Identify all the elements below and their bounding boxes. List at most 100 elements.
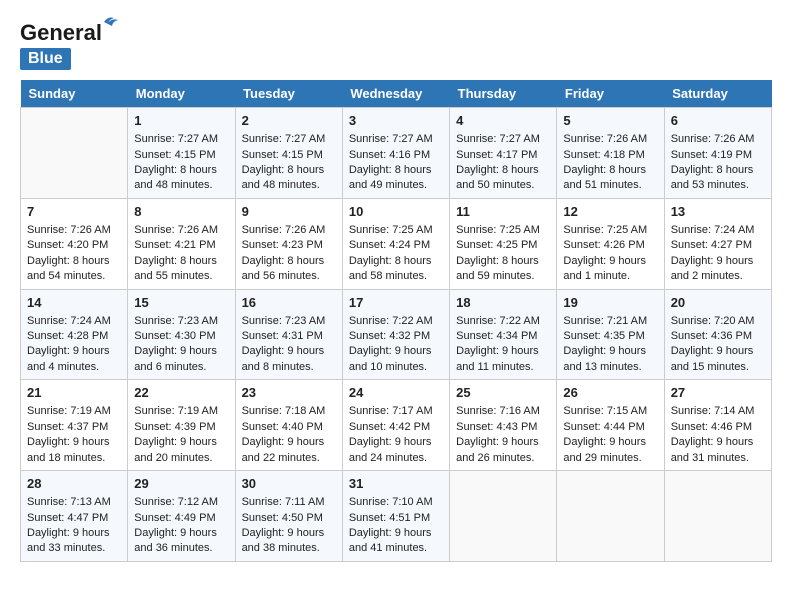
calendar-cell: 19Sunrise: 7:21 AMSunset: 4:35 PMDayligh… <box>557 289 664 380</box>
calendar-cell: 30Sunrise: 7:11 AMSunset: 4:50 PMDayligh… <box>235 471 342 562</box>
day-info: Sunrise: 7:19 AM <box>27 404 121 419</box>
day-info: Sunrise: 7:12 AM <box>134 495 228 510</box>
day-info: Sunset: 4:21 PM <box>134 238 228 253</box>
day-info: Daylight: 9 hours <box>27 435 121 450</box>
day-info: Sunrise: 7:26 AM <box>242 223 336 238</box>
day-info: and 4 minutes. <box>27 360 121 375</box>
day-info: Sunrise: 7:24 AM <box>671 223 765 238</box>
calendar-cell <box>450 471 557 562</box>
day-info: and 18 minutes. <box>27 451 121 466</box>
weekday-header-wednesday: Wednesday <box>342 80 449 108</box>
weekday-header-friday: Friday <box>557 80 664 108</box>
day-info: Sunrise: 7:25 AM <box>563 223 657 238</box>
day-number: 20 <box>671 294 765 312</box>
day-info: Sunset: 4:30 PM <box>134 329 228 344</box>
weekday-header-tuesday: Tuesday <box>235 80 342 108</box>
day-info: Sunset: 4:15 PM <box>134 148 228 163</box>
day-info: Sunset: 4:42 PM <box>349 420 443 435</box>
day-number: 4 <box>456 112 550 130</box>
day-info: Sunset: 4:15 PM <box>242 148 336 163</box>
logo-wordmark: General <box>20 20 102 46</box>
logo-blue-bar: Blue <box>20 48 71 70</box>
day-number: 30 <box>242 475 336 493</box>
day-info: Daylight: 8 hours <box>563 163 657 178</box>
calendar-cell: 15Sunrise: 7:23 AMSunset: 4:30 PMDayligh… <box>128 289 235 380</box>
day-info: Daylight: 9 hours <box>349 526 443 541</box>
day-number: 12 <box>563 203 657 221</box>
day-info: Daylight: 9 hours <box>242 435 336 450</box>
day-info: Sunrise: 7:18 AM <box>242 404 336 419</box>
calendar-cell: 21Sunrise: 7:19 AMSunset: 4:37 PMDayligh… <box>21 380 128 471</box>
day-number: 10 <box>349 203 443 221</box>
day-info: Sunrise: 7:26 AM <box>134 223 228 238</box>
day-info: Sunset: 4:37 PM <box>27 420 121 435</box>
day-number: 27 <box>671 384 765 402</box>
calendar-week-2: 7Sunrise: 7:26 AMSunset: 4:20 PMDaylight… <box>21 198 772 289</box>
day-info: Sunset: 4:34 PM <box>456 329 550 344</box>
day-info: Daylight: 9 hours <box>671 435 765 450</box>
day-number: 18 <box>456 294 550 312</box>
day-info: and 58 minutes. <box>349 269 443 284</box>
calendar-cell: 10Sunrise: 7:25 AMSunset: 4:24 PMDayligh… <box>342 198 449 289</box>
day-number: 17 <box>349 294 443 312</box>
calendar-table: SundayMondayTuesdayWednesdayThursdayFrid… <box>20 80 772 562</box>
day-number: 23 <box>242 384 336 402</box>
day-info: and 13 minutes. <box>563 360 657 375</box>
calendar-cell: 12 Sunrise: 7:25 AMSunset: 4:26 PMDayligh… <box>557 198 664 289</box>
day-info: Sunset: 4:20 PM <box>27 238 121 253</box>
day-info: Sunrise: 7:27 AM <box>134 132 228 147</box>
day-info: Daylight: 8 hours <box>349 163 443 178</box>
day-info: Daylight: 8 hours <box>242 254 336 269</box>
calendar-week-3: 14Sunrise: 7:24 AMSunset: 4:28 PMDayligh… <box>21 289 772 380</box>
day-info: Sunset: 4:40 PM <box>242 420 336 435</box>
day-info: Sunrise: 7:16 AM <box>456 404 550 419</box>
day-info: Daylight: 9 hours <box>134 344 228 359</box>
day-info: Daylight: 9 hours <box>671 344 765 359</box>
day-info: Sunset: 4:26 PM <box>563 238 657 253</box>
day-info: Sunset: 4:23 PM <box>242 238 336 253</box>
day-info: Sunset: 4:46 PM <box>671 420 765 435</box>
calendar-cell: 4Sunrise: 7:27 AMSunset: 4:17 PMDaylight… <box>450 108 557 199</box>
day-number: 3 <box>349 112 443 130</box>
calendar-header-row: SundayMondayTuesdayWednesdayThursdayFrid… <box>21 80 772 108</box>
day-number: 8 <box>134 203 228 221</box>
day-info: Sunrise: 7:10 AM <box>349 495 443 510</box>
day-info: Sunset: 4:43 PM <box>456 420 550 435</box>
calendar-cell: 28Sunrise: 7:13 AMSunset: 4:47 PMDayligh… <box>21 471 128 562</box>
day-info: Sunrise: 7:26 AM <box>563 132 657 147</box>
day-info: Daylight: 8 hours <box>134 254 228 269</box>
day-info: Sunrise: 7:22 AM <box>349 314 443 329</box>
day-info: and 20 minutes. <box>134 451 228 466</box>
day-info: and 48 minutes. <box>134 178 228 193</box>
day-info: Sunset: 4:50 PM <box>242 511 336 526</box>
calendar-cell: 6Sunrise: 7:26 AMSunset: 4:19 PMDaylight… <box>664 108 771 199</box>
day-info: Daylight: 8 hours <box>671 163 765 178</box>
day-info: and 50 minutes. <box>456 178 550 193</box>
logo-blue-text: Blue <box>28 50 63 67</box>
day-info: Daylight: 9 hours <box>27 344 121 359</box>
calendar-week-1: 1Sunrise: 7:27 AMSunset: 4:15 PMDaylight… <box>21 108 772 199</box>
day-info: Daylight: 9 hours <box>349 344 443 359</box>
day-info: and 1 minute. <box>563 269 657 284</box>
day-info: Daylight: 8 hours <box>134 163 228 178</box>
day-info: Sunrise: 7:23 AM <box>242 314 336 329</box>
day-info: Daylight: 8 hours <box>242 163 336 178</box>
day-info: Sunset: 4:35 PM <box>563 329 657 344</box>
day-info: and 24 minutes. <box>349 451 443 466</box>
day-info: and 54 minutes. <box>27 269 121 284</box>
day-info: Sunrise: 7:21 AM <box>563 314 657 329</box>
calendar-cell: 25Sunrise: 7:16 AMSunset: 4:43 PMDayligh… <box>450 380 557 471</box>
day-info: Daylight: 9 hours <box>563 254 657 269</box>
day-number: 29 <box>134 475 228 493</box>
calendar-cell: 2Sunrise: 7:27 AMSunset: 4:15 PMDaylight… <box>235 108 342 199</box>
day-info: Sunrise: 7:13 AM <box>27 495 121 510</box>
day-info: Daylight: 9 hours <box>349 435 443 450</box>
calendar-cell <box>21 108 128 199</box>
day-info: and 26 minutes. <box>456 451 550 466</box>
calendar-cell: 9Sunrise: 7:26 AMSunset: 4:23 PMDaylight… <box>235 198 342 289</box>
day-number: 28 <box>27 475 121 493</box>
day-info: Sunrise: 7:15 AM <box>563 404 657 419</box>
day-info: Daylight: 9 hours <box>456 344 550 359</box>
day-number: 11 <box>456 203 550 221</box>
day-number: 31 <box>349 475 443 493</box>
